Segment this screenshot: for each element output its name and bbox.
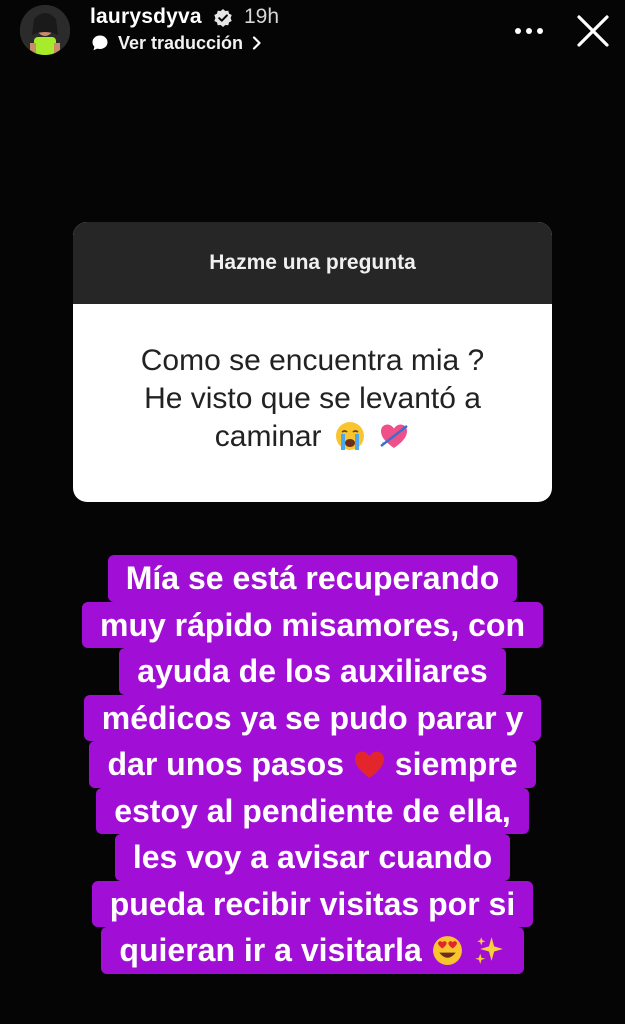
answer-line-text: siempre bbox=[394, 746, 518, 782]
question-text: Como se encuentra mia ? He visto que se … bbox=[73, 304, 552, 502]
answer-line: les voy a avisar cuando bbox=[114, 834, 511, 881]
chevron-right-icon bbox=[252, 36, 261, 50]
answer-text-block: Mía se está recuperando muy rápido misam… bbox=[60, 555, 565, 974]
answer-line: quieran ir a visitarla bbox=[101, 927, 524, 974]
more-options-icon[interactable] bbox=[508, 17, 550, 45]
answer-line: pueda recibir visitas por si bbox=[91, 880, 534, 927]
answer-line-text: dar unos pasos bbox=[107, 746, 344, 782]
question-sticker-title: Hazme una pregunta bbox=[73, 222, 552, 304]
answer-line: muy rápido misamores, con bbox=[81, 601, 543, 648]
heart-eyes-emoji-icon bbox=[432, 936, 462, 965]
question-line: Como se encuentra mia ? bbox=[140, 344, 485, 377]
question-line: caminar bbox=[214, 420, 322, 453]
crying-face-emoji-icon bbox=[335, 422, 364, 450]
answer-line: dar unos pasos siempre bbox=[89, 741, 536, 788]
close-icon[interactable] bbox=[571, 9, 615, 53]
see-translation-button[interactable]: Ver traducción bbox=[90, 31, 263, 55]
see-translation-label: Ver traducción bbox=[118, 32, 244, 53]
answer-line: ayuda de los auxiliares bbox=[119, 648, 506, 695]
verified-badge-icon bbox=[214, 9, 232, 27]
heart-with-arrow-emoji-icon bbox=[380, 424, 408, 448]
question-line: He visto que se levantó a bbox=[144, 382, 481, 415]
avatar[interactable] bbox=[20, 5, 70, 55]
answer-line: estoy al pendiente de ella, bbox=[96, 787, 529, 834]
username[interactable]: laurysdyva bbox=[90, 5, 202, 29]
post-time: 19h bbox=[244, 5, 280, 28]
translate-bubble-icon bbox=[92, 35, 108, 51]
red-heart-emoji-icon bbox=[354, 751, 384, 778]
answer-line: Mía se está recuperando bbox=[107, 555, 518, 602]
answer-line-text: quieran ir a visitarla bbox=[119, 932, 422, 968]
answer-line: médicos ya se pudo parar y bbox=[83, 694, 542, 741]
sparkles-emoji-icon bbox=[474, 937, 503, 964]
question-sticker[interactable]: Hazme una pregunta Como se encuentra mia… bbox=[73, 222, 552, 502]
story-view: laurysdyva 19h Ver traducción Hazme una … bbox=[0, 0, 625, 1024]
